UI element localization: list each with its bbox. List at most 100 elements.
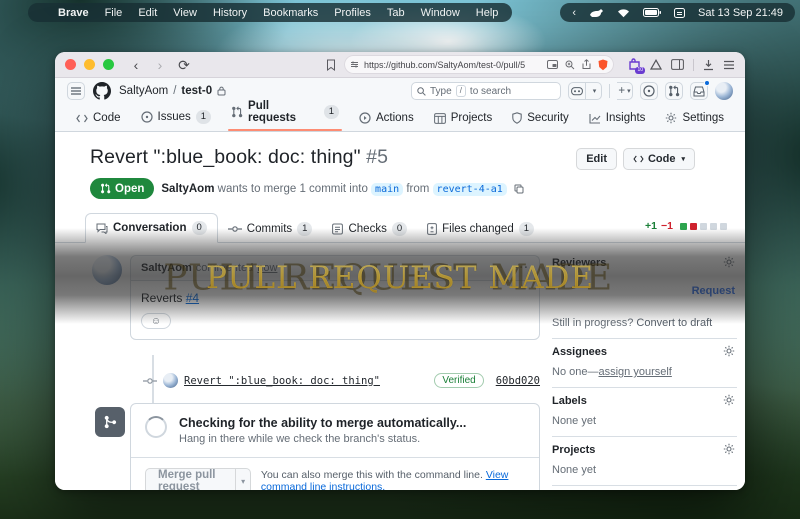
tab-commits[interactable]: Commits 1 bbox=[218, 215, 323, 243]
gear-icon[interactable] bbox=[723, 443, 735, 455]
tab-projects[interactable]: Projects bbox=[427, 112, 500, 131]
menu-item-window[interactable]: Window bbox=[421, 7, 460, 19]
comment-author-avatar[interactable] bbox=[92, 255, 122, 285]
bookmark-icon[interactable] bbox=[326, 59, 336, 71]
site-settings-icon[interactable] bbox=[350, 60, 359, 69]
chevron-left-icon[interactable]: ‹ bbox=[572, 7, 576, 19]
comment-discussion-icon bbox=[96, 223, 108, 234]
downloads-icon[interactable] bbox=[703, 59, 714, 71]
browser-menu-icon[interactable] bbox=[723, 60, 735, 70]
assign-yourself-link[interactable]: assign yourself bbox=[598, 366, 671, 378]
gear-icon[interactable] bbox=[723, 256, 735, 268]
input-source-icon[interactable] bbox=[674, 8, 685, 18]
git-merge-icon bbox=[95, 407, 125, 437]
tab-files-changed[interactable]: Files changed 1 bbox=[417, 215, 544, 243]
github-header: SaltyAom / test-0 Type / to search ▾ bbox=[55, 78, 745, 104]
pr-tabs: Conversation 0 Commits 1 Checks 0 bbox=[55, 211, 745, 243]
menu-item-profiles[interactable]: Profiles bbox=[334, 7, 371, 19]
commit-sha-link[interactable]: 60bd020 bbox=[496, 375, 540, 387]
pr-meta: Open SaltyAom wants to merge 1 commit in… bbox=[90, 178, 745, 199]
reverted-pr-link[interactable]: #4 bbox=[186, 291, 199, 305]
copilot-button[interactable] bbox=[568, 82, 586, 100]
menu-item-help[interactable]: Help bbox=[476, 7, 499, 19]
tab-pull-requests[interactable]: Pull requests 1 bbox=[224, 100, 346, 131]
pet-icon[interactable] bbox=[589, 8, 604, 18]
tab-insights[interactable]: Insights bbox=[582, 112, 653, 131]
request-review-link[interactable]: Request bbox=[692, 285, 735, 297]
menu-bar-clock[interactable]: Sat 13 Sep 21:49 bbox=[698, 7, 783, 19]
menu-item-bookmarks[interactable]: Bookmarks bbox=[263, 7, 318, 19]
back-button[interactable]: ‹ bbox=[128, 58, 144, 72]
wifi-icon[interactable] bbox=[617, 8, 630, 18]
issues-global-button[interactable] bbox=[640, 82, 658, 100]
merge-status-subtitle: Hang in there while we check the branch'… bbox=[179, 433, 466, 445]
gear-icon[interactable] bbox=[723, 345, 735, 357]
breadcrumb-repo[interactable]: test-0 bbox=[181, 85, 212, 97]
verified-badge[interactable]: Verified bbox=[434, 373, 483, 388]
head-branch-label[interactable]: revert-4-a1 bbox=[433, 183, 507, 196]
pr-author[interactable]: SaltyAom bbox=[161, 183, 214, 195]
tab-settings[interactable]: Settings bbox=[658, 112, 731, 131]
labels-section: Labels None yet bbox=[552, 388, 737, 437]
kebab-menu-icon[interactable]: ··· bbox=[515, 262, 529, 274]
share-icon[interactable] bbox=[582, 59, 591, 70]
base-branch-label[interactable]: main bbox=[371, 183, 403, 196]
menu-item-file[interactable]: File bbox=[105, 7, 123, 19]
create-new-button[interactable]: +▾ bbox=[617, 82, 633, 100]
sidebar-panel-icon[interactable] bbox=[671, 59, 684, 70]
git-commit-icon bbox=[143, 376, 157, 386]
copy-branch-icon[interactable] bbox=[514, 184, 524, 194]
menu-item-brave[interactable]: Brave bbox=[58, 7, 89, 19]
copilot-dropdown-button[interactable]: ▾ bbox=[586, 82, 602, 100]
minimize-window-button[interactable] bbox=[84, 59, 95, 70]
pull-requests-global-button[interactable] bbox=[665, 82, 683, 100]
close-window-button[interactable] bbox=[65, 59, 76, 70]
comment-author[interactable]: SaltyAom bbox=[141, 262, 192, 274]
gear-icon[interactable] bbox=[723, 394, 735, 406]
pulls-count-badge: 1 bbox=[324, 105, 339, 119]
hamburger-menu-button[interactable] bbox=[67, 82, 85, 100]
merge-options-caret[interactable]: ▾ bbox=[236, 468, 250, 490]
projects-table-icon bbox=[434, 113, 446, 124]
menu-item-tab[interactable]: Tab bbox=[387, 7, 405, 19]
pr-sidebar: Reviewers Copilot Request Still in progr… bbox=[552, 255, 737, 490]
tab-checks[interactable]: Checks 0 bbox=[322, 215, 417, 243]
github-logo-icon[interactable] bbox=[93, 82, 111, 100]
tab-code[interactable]: Code bbox=[69, 112, 128, 131]
zoom-window-button[interactable] bbox=[103, 59, 114, 70]
convert-to-draft-link[interactable]: Convert to draft bbox=[636, 317, 712, 329]
wallet-extension-icon[interactable]: 10 bbox=[628, 58, 641, 71]
search-input[interactable]: Type / to search bbox=[411, 82, 561, 100]
milestone-section: Milestone bbox=[552, 486, 737, 490]
commit-message-link[interactable]: Revert ":blue_book: doc: thing" bbox=[184, 375, 380, 387]
forward-button[interactable]: › bbox=[152, 58, 168, 72]
battery-icon[interactable] bbox=[643, 8, 661, 17]
code-dropdown-button[interactable]: Code ▾ bbox=[623, 148, 695, 170]
tab-conversation[interactable]: Conversation 0 bbox=[85, 213, 218, 243]
brave-rewards-icon[interactable] bbox=[650, 59, 662, 71]
reload-button[interactable]: ⟳ bbox=[176, 58, 192, 72]
menu-item-edit[interactable]: Edit bbox=[138, 7, 157, 19]
breadcrumb-owner[interactable]: SaltyAom bbox=[119, 85, 168, 97]
menu-item-history[interactable]: History bbox=[213, 7, 247, 19]
menu-item-view[interactable]: View bbox=[173, 7, 197, 19]
reader-mode-icon[interactable] bbox=[547, 60, 558, 69]
merge-pull-request-button[interactable]: Merge pull request bbox=[145, 468, 236, 490]
suggested-reviewer: Copilot bbox=[552, 283, 586, 295]
edit-button[interactable]: Edit bbox=[576, 148, 617, 170]
notifications-button[interactable] bbox=[690, 82, 708, 100]
address-bar[interactable]: https://github.com/SaltyAom/test-0/pull/… bbox=[344, 55, 614, 74]
url-text[interactable]: https://github.com/SaltyAom/test-0/pull/… bbox=[364, 60, 542, 70]
zoom-page-icon[interactable] bbox=[565, 60, 575, 70]
comment-timestamp[interactable]: now bbox=[257, 262, 277, 274]
brave-shield-icon[interactable] bbox=[598, 59, 608, 71]
reviewers-section: Reviewers Copilot Request Still in progr… bbox=[552, 255, 737, 339]
commit-author-avatar[interactable] bbox=[163, 373, 178, 388]
tab-issues[interactable]: Issues 1 bbox=[134, 110, 219, 131]
add-reaction-button[interactable]: ☺ bbox=[141, 313, 171, 329]
user-avatar[interactable] bbox=[715, 82, 733, 100]
window-controls bbox=[65, 59, 114, 70]
issue-opened-icon bbox=[141, 111, 153, 123]
tab-actions[interactable]: Actions bbox=[352, 112, 421, 131]
tab-security[interactable]: Security bbox=[505, 112, 576, 131]
